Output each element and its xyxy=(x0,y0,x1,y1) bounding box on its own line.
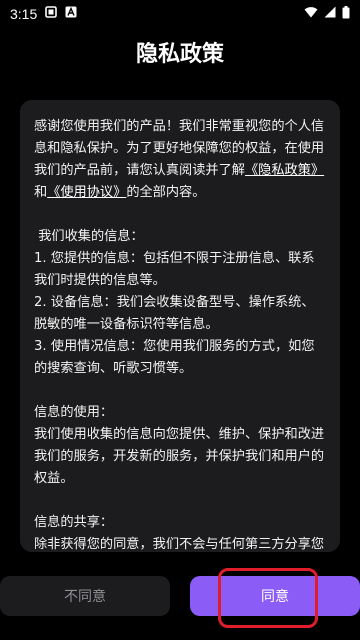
policy-text: 感谢您使用我们的产品！我们非常重视您的个人信息和隐私保护。为了更好地保障您的权益… xyxy=(34,116,326,552)
notification-box-icon xyxy=(45,6,58,22)
policy-and-text: 和 xyxy=(34,185,48,200)
agree-button[interactable]: 同意 xyxy=(190,576,360,616)
wifi-icon xyxy=(304,6,318,22)
status-left: 3:15 xyxy=(10,6,77,22)
section3-body: 除非获得您的同意，我们不会与任何第三方分享您的个人信息。 xyxy=(34,537,325,552)
section2-title: 信息的使用： xyxy=(34,405,114,420)
disagree-button[interactable]: 不同意 xyxy=(0,576,170,616)
section2-body: 我们使用收集的信息向您提供、维护、保护和改进我们的服务，开发新的服务，并保护我们… xyxy=(34,427,325,486)
privacy-policy-link[interactable]: 《隐私政策》 xyxy=(245,163,324,178)
status-bar: 3:15 xyxy=(0,0,360,28)
section1-item1: 1. 您提供的信息：包括但不限于注册信息、联系我们时提供的信息等。 xyxy=(34,251,315,288)
section1-item2: 2. 设备信息：我们会收集设备型号、操作系统、脱敏的唯一设备标识符等信息。 xyxy=(34,295,315,332)
text-a-icon xyxy=(65,6,77,22)
terms-of-use-link[interactable]: 《使用协议》 xyxy=(47,185,126,200)
policy-content-card[interactable]: 感谢您使用我们的产品！我们非常重视您的个人信息和隐私保护。为了更好地保障您的权益… xyxy=(20,100,340,552)
status-time: 3:15 xyxy=(10,6,38,22)
page-title: 隐私政策 xyxy=(135,42,224,67)
section3-title: 信息的共享： xyxy=(34,515,114,530)
section1-title: 我们收集的信息： xyxy=(34,229,144,244)
section1-item3: 3. 使用情况信息：您使用我们服务的方式，如您的搜索查询、听歌习惯等。 xyxy=(34,339,315,376)
battery-icon xyxy=(342,5,350,23)
status-right xyxy=(304,5,350,23)
signal-icon xyxy=(324,6,336,22)
policy-intro-part2: 的全部内容。 xyxy=(126,185,206,200)
